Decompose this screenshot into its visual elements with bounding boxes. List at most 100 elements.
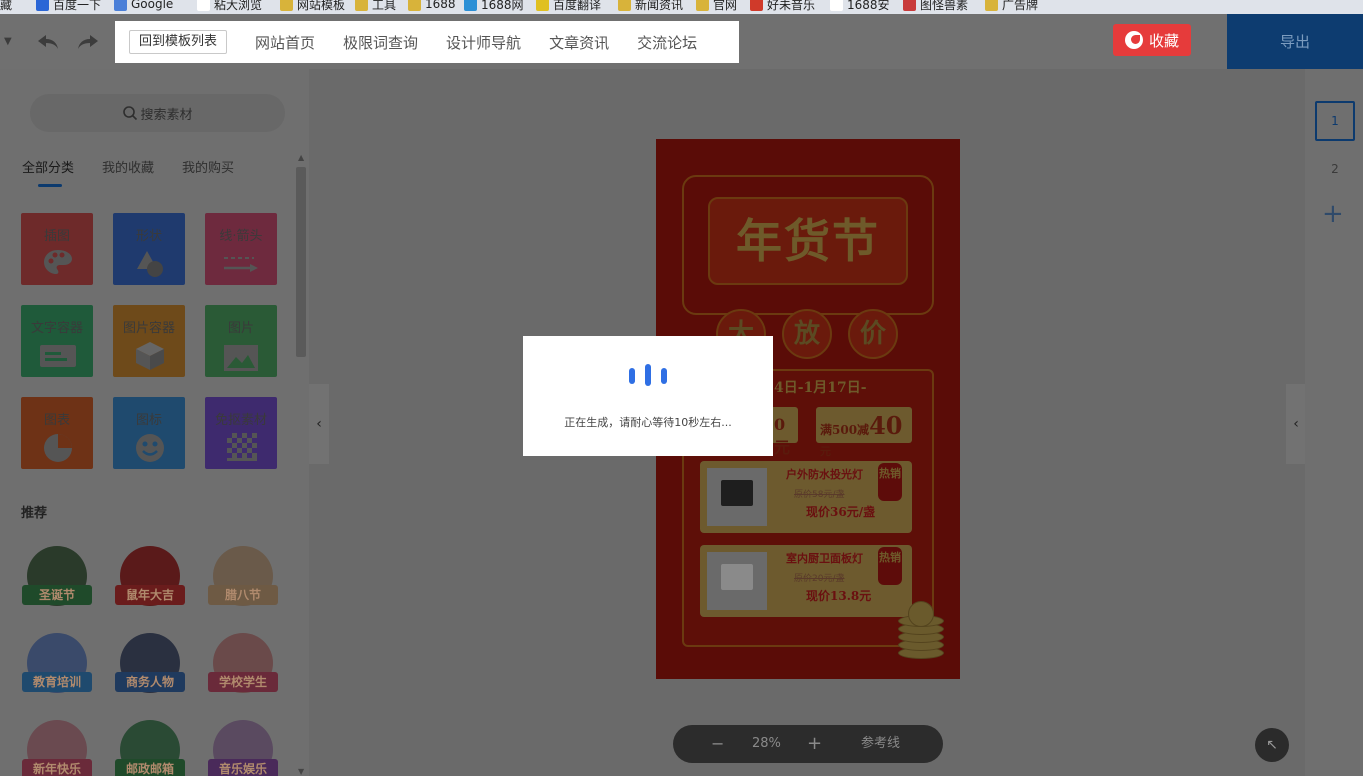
bookmark-item[interactable]: 粘大浏览 (197, 0, 262, 13)
page-thumb-2[interactable]: 2 (1315, 149, 1355, 189)
editor-toolbar: ▼ 回到模板列表 网站首页 极限词查询 设计师导航 文章资讯 交流论坛 收藏 导… (0, 14, 1363, 69)
bookmark-item[interactable]: 图怪兽素 (903, 0, 968, 13)
poster-circle-2: 放 (782, 309, 832, 359)
category-tile[interactable]: 图标 (113, 397, 185, 469)
back-to-top-button[interactable]: ↖ (1255, 728, 1289, 762)
category-tile[interactable]: 图表 (21, 397, 93, 469)
pie-chart-icon (43, 433, 73, 467)
back-to-templates-button[interactable]: 回到模板列表 (129, 30, 228, 54)
bookmark-label: 百度一下 (53, 0, 102, 12)
sticker-item[interactable]: 腊八节 (208, 546, 278, 610)
sticker-item[interactable]: 邮政邮箱 (115, 720, 185, 776)
tab-my-purchases[interactable]: 我的购买 (182, 157, 234, 185)
category-label: 插图 (43, 229, 70, 244)
bookmark-item[interactable]: 广告牌 (985, 0, 1038, 13)
bookmark-icon (36, 0, 49, 11)
category-label: 免抠素材 (214, 413, 267, 428)
nav-link-home[interactable]: 网站首页 (255, 32, 315, 53)
image-box-icon (135, 341, 165, 375)
bookmark-label: 好未音乐 (767, 0, 816, 12)
sticker-item[interactable]: 圣诞节 (22, 546, 92, 610)
sticker-item[interactable]: 新年快乐 (22, 720, 92, 776)
category-tile[interactable]: 线·箭头 (205, 213, 277, 285)
bookmark-icon (355, 0, 368, 11)
bookmark-icon (197, 0, 210, 11)
bookmark-item[interactable]: 官网 (696, 0, 737, 13)
nav-link-articles[interactable]: 文章资讯 (549, 32, 609, 53)
sticker-label: 商务人物 (115, 672, 185, 692)
bookmark-label: 新闻资讯 (635, 0, 684, 12)
sidebar-scrollbar[interactable]: ▲ ▼ (295, 153, 307, 776)
sticker-item[interactable]: 鼠年大吉 (115, 546, 185, 610)
bookmark-item[interactable]: 百度一下 (36, 0, 101, 13)
dropdown-icon[interactable]: ▼ (4, 36, 12, 47)
bookmark-icon (464, 0, 477, 11)
bookmark-icon (830, 0, 843, 11)
product-new-price-2: 现价13.8元 (806, 589, 872, 603)
undo-icon[interactable] (36, 33, 60, 56)
category-tile[interactable]: 文字容器 (21, 305, 93, 377)
coupon-right-suffix: 元 (820, 445, 831, 458)
category-label: 图表 (43, 413, 70, 428)
sticker-label: 邮政邮箱 (115, 759, 185, 776)
scroll-down-icon[interactable]: ▼ (298, 767, 304, 776)
bookmark-item[interactable]: 1688网 (464, 0, 524, 13)
tab-my-favorites[interactable]: 我的收藏 (102, 157, 154, 185)
collapse-left-panel-button[interactable]: ‹ (309, 384, 329, 464)
bookmark-icon (536, 0, 549, 11)
sticker-item[interactable]: 音乐娱乐 (208, 720, 278, 776)
favorite-icon (1124, 31, 1143, 49)
asset-search-input[interactable]: 搜索素材 (30, 94, 285, 132)
page-thumb-1[interactable]: 1 (1315, 101, 1355, 141)
loading-spinner-icon (629, 364, 667, 386)
bookmark-item[interactable]: 藏 (0, 0, 12, 13)
guides-toggle[interactable]: 参考线 (861, 725, 900, 763)
bookmark-item[interactable]: 网站模板 (280, 0, 345, 13)
category-tile[interactable]: 图片 (205, 305, 277, 377)
sticker-item[interactable]: 商务人物 (115, 633, 185, 697)
category-tile[interactable]: 免抠素材 (205, 397, 277, 469)
bookmark-item[interactable]: 1688安 (830, 0, 890, 13)
product-new-price-1: 现价36元/盏 (806, 505, 876, 519)
favorite-button[interactable]: 收藏 (1113, 24, 1191, 56)
bookmark-item[interactable]: 1688 (408, 0, 456, 13)
recommend-title: 推荐 (21, 506, 48, 521)
category-tile[interactable]: 插图 (21, 213, 93, 285)
sticker-item[interactable]: 学校学生 (208, 633, 278, 697)
assets-sidebar: 搜索素材 全部分类 我的收藏 我的购买 插图 形状 线·箭头文字容器 图片容器 图片图表… (0, 69, 309, 776)
sticker-item[interactable]: 教育培训 (22, 633, 92, 697)
bookmark-item[interactable]: 好未音乐 (750, 0, 815, 13)
poster-title: 年货节 (708, 197, 908, 285)
collapse-right-panel-button[interactable]: ‹ (1286, 384, 1306, 464)
redo-icon[interactable] (76, 33, 100, 56)
tab-all-categories[interactable]: 全部分类 (22, 157, 74, 187)
loading-message: 正在生成，请耐心等待10秒左右... (564, 416, 732, 429)
nav-link-designer-nav[interactable]: 设计师导航 (446, 32, 521, 53)
category-tile[interactable]: 图片容器 (113, 305, 185, 377)
bookmark-label: 网站模板 (297, 0, 346, 12)
bookmark-item[interactable]: 工具 (355, 0, 396, 13)
scrollbar-thumb[interactable] (296, 167, 306, 357)
bookmark-icon (618, 0, 631, 11)
zoom-out-button[interactable]: − (711, 725, 724, 763)
bookmark-item[interactable]: Google (114, 0, 173, 13)
export-button[interactable]: 导出 (1227, 14, 1363, 69)
bookmark-item[interactable]: 新闻资讯 (618, 0, 683, 13)
zoom-toolbar: − 28% + 参考线 (673, 725, 943, 763)
zoom-in-button[interactable]: + (807, 725, 822, 763)
sticker-label: 新年快乐 (22, 759, 92, 776)
bookmark-item[interactable]: 百度翻译 (536, 0, 601, 13)
product-old-price-2: 原价20元/盏 (794, 574, 845, 584)
pages-panel: 1 2 + (1305, 69, 1363, 776)
bookmark-label: 广告牌 (1002, 0, 1039, 12)
nav-link-banned-words[interactable]: 极限词查询 (343, 32, 418, 53)
add-page-icon[interactable]: + (1322, 201, 1344, 227)
nav-link-forum[interactable]: 交流论坛 (637, 32, 697, 53)
product-card-2: 室内厨卫面板灯 原价20元/盏 现价13.8元 热销 (700, 545, 912, 617)
bookmark-label: Google (131, 0, 174, 11)
bookmark-icon (114, 0, 127, 11)
category-tile[interactable]: 形状 (113, 213, 185, 285)
scroll-up-icon[interactable]: ▲ (298, 153, 304, 162)
hot-badge-2: 热销 (878, 547, 902, 585)
zoom-level: 28% (752, 736, 781, 751)
